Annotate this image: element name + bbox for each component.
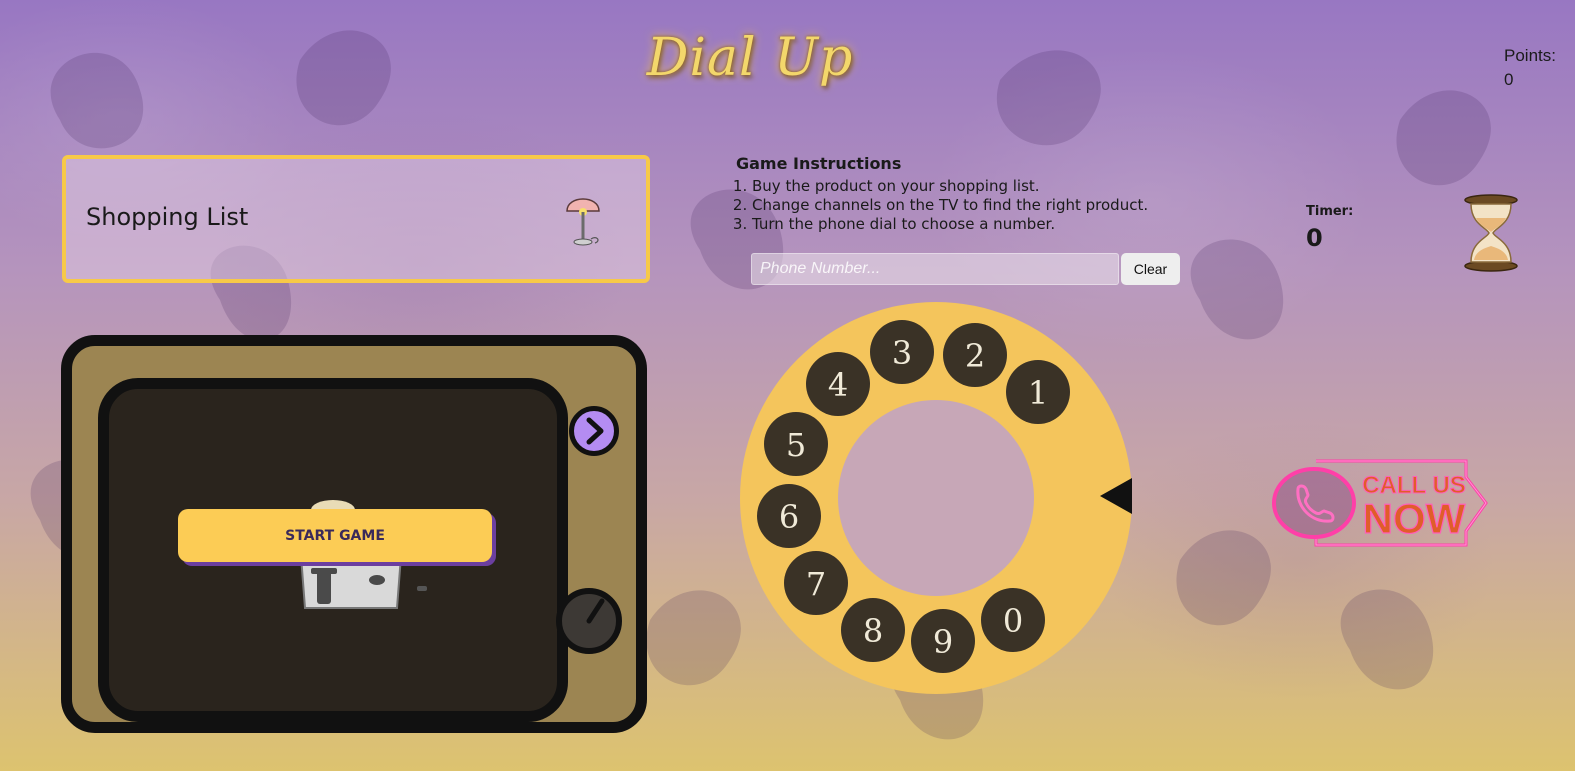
game-title: Dial Up (646, 28, 854, 88)
start-game-button[interactable]: START GAME (178, 509, 492, 562)
instruction-step: Change channels on the TV to find the ri… (752, 196, 1148, 215)
call-us-now-button[interactable]: CALL US NOW (1268, 455, 1492, 555)
game-instructions: Game Instructions Buy the product on you… (736, 154, 1148, 234)
svg-text:1: 1 (1028, 374, 1048, 412)
now-text: NOW (1363, 495, 1466, 542)
instructions-heading: Game Instructions (736, 154, 902, 173)
dial-digit-0[interactable]: 0 (981, 588, 1045, 652)
svg-text:3: 3 (892, 334, 912, 372)
tv-screen: START GAME (98, 378, 568, 722)
timer-label: Timer: (1306, 204, 1354, 219)
svg-text:8: 8 (863, 612, 883, 650)
dial-digit-5[interactable]: 5 (764, 412, 828, 476)
svg-text:2: 2 (965, 337, 985, 375)
shopping-list-panel: Shopping List (62, 155, 650, 283)
points-label: Points: (1504, 46, 1556, 65)
dial-digit-7[interactable]: 7 (784, 551, 848, 615)
shopping-list-label: Shopping List (86, 203, 249, 231)
instruction-step: Buy the product on your shopping list. (752, 177, 1148, 196)
dial-digit-2[interactable]: 2 (943, 323, 1007, 387)
dial-digit-1[interactable]: 1 (1006, 360, 1070, 424)
svg-text:4: 4 (828, 366, 848, 404)
phone-number-input[interactable] (751, 253, 1119, 285)
rotary-dial[interactable]: 1 2 3 4 5 6 7 8 9 0 (738, 300, 1138, 696)
dial-digit-9[interactable]: 9 (911, 609, 975, 673)
dial-digit-4[interactable]: 4 (806, 352, 870, 416)
tv-set: START GAME (61, 335, 647, 733)
points-display: Points: 0 (1504, 44, 1556, 92)
svg-text:7: 7 (806, 565, 826, 603)
svg-text:9: 9 (933, 623, 953, 661)
timer-value: 0 (1306, 224, 1323, 252)
chevron-right-icon (586, 417, 604, 445)
points-value: 0 (1504, 70, 1514, 89)
lamp-icon (566, 198, 600, 246)
knob-indicator-icon (586, 598, 605, 624)
clear-button[interactable]: Clear (1121, 253, 1180, 285)
dial-digit-6[interactable]: 6 (757, 484, 821, 548)
tv-volume-knob[interactable] (556, 588, 622, 654)
svg-text:5: 5 (786, 426, 806, 464)
svg-text:0: 0 (1003, 602, 1023, 640)
next-channel-button[interactable] (569, 406, 619, 456)
dial-digit-3[interactable]: 3 (870, 320, 934, 384)
svg-text:6: 6 (779, 498, 799, 536)
dial-digit-8[interactable]: 8 (841, 598, 905, 662)
instruction-step: Turn the phone dial to choose a number. (752, 215, 1148, 234)
hourglass-icon (1464, 194, 1518, 272)
